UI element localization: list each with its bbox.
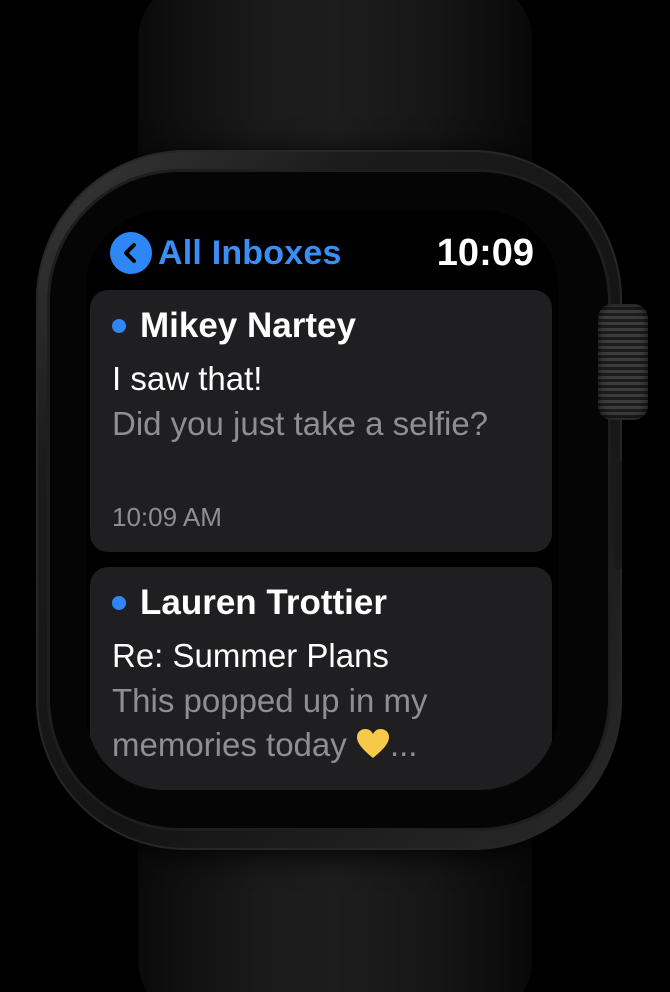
clock: 10:09	[436, 232, 534, 274]
message-subject: Re: Summer Plans	[112, 637, 389, 674]
side-button[interactable]	[614, 460, 622, 570]
back-label: All Inboxes	[158, 233, 342, 272]
sender-row: Lauren Trottier	[112, 583, 387, 623]
message-preview-ellipsis: ...	[389, 726, 418, 763]
message-timestamp: 10:09 AM	[112, 502, 222, 532]
watch-screen: All Inboxes 10:09 Mikey Nartey I saw tha…	[86, 210, 558, 790]
unread-indicator	[112, 596, 126, 610]
message-preview: This popped up in my memories today ...	[112, 679, 542, 771]
sender-row: Mikey Nartey	[112, 306, 356, 346]
sender-name: Mikey Nartey	[140, 306, 356, 345]
sender-name: Lauren Trottier	[140, 583, 387, 622]
back-button[interactable]: All Inboxes	[110, 230, 342, 276]
message-card[interactable]: Mikey Nartey I saw that! Did you just ta…	[90, 290, 552, 552]
message-preview: Did you just take a selfie?	[112, 405, 489, 442]
message-card[interactable]: Lauren Trottier Re: Summer Plans This po…	[90, 567, 552, 790]
unread-indicator	[112, 319, 126, 333]
status-bar: All Inboxes 10:09	[110, 230, 534, 276]
yellow-heart-icon	[356, 727, 390, 771]
digital-crown[interactable]	[598, 304, 648, 420]
chevron-left-icon	[110, 232, 152, 274]
message-subject: I saw that!	[112, 360, 263, 397]
apple-watch-mockup: All Inboxes 10:09 Mikey Nartey I saw tha…	[0, 0, 670, 992]
